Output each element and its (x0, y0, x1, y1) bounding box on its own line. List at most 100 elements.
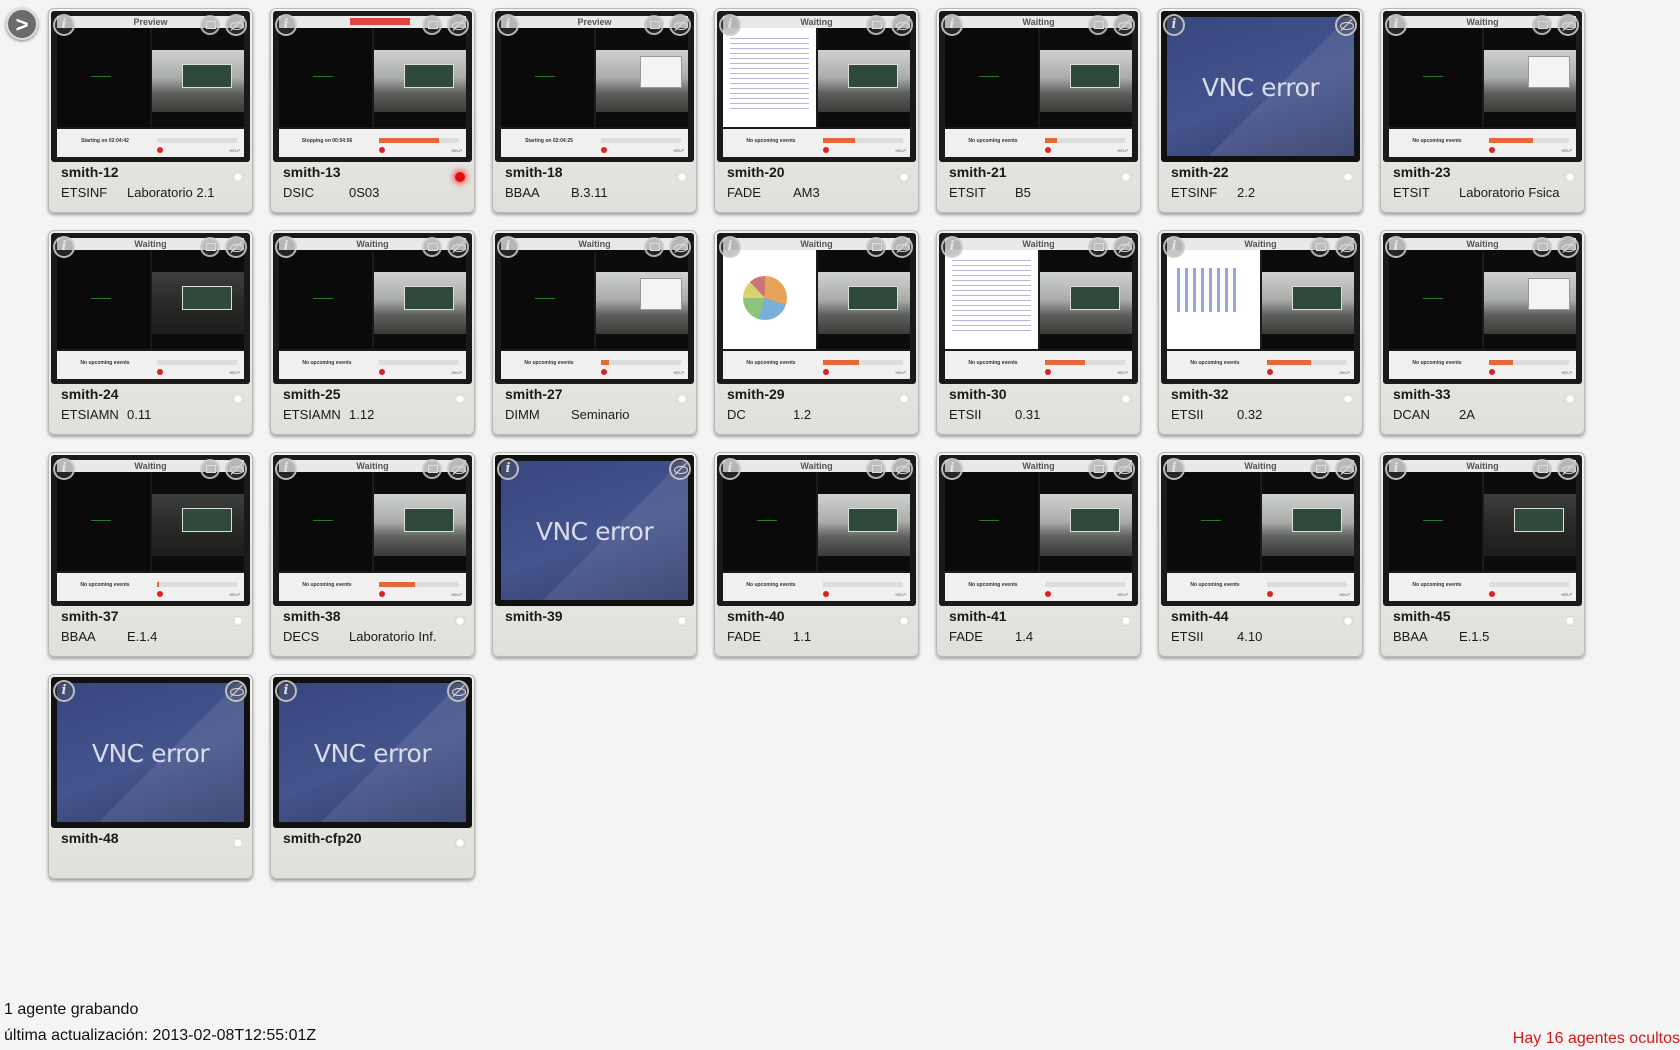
hide-agent-icon[interactable] (1557, 14, 1579, 36)
agent-card[interactable]: Waiting No upcoming events HELP i smith-… (714, 452, 919, 657)
info-icon[interactable]: i (719, 14, 741, 36)
screen-icon[interactable] (644, 15, 664, 35)
screen-icon[interactable] (1532, 459, 1552, 479)
vnc-error-screen[interactable]: VNC error (495, 455, 694, 606)
agent-card[interactable]: VNC error i smith-39 (492, 452, 697, 657)
agent-card[interactable]: Waiting No upcoming events HELP i smith-… (1380, 452, 1585, 657)
screen-icon[interactable] (1532, 15, 1552, 35)
info-icon[interactable]: i (719, 236, 741, 258)
agent-preview[interactable]: Waiting No upcoming events HELP (1161, 233, 1360, 384)
hide-agent-icon[interactable] (1113, 236, 1135, 258)
expand-panel-button[interactable]: > (6, 8, 38, 40)
agent-card[interactable]: VNC error i smith-cfp20 (270, 674, 475, 879)
agent-card[interactable]: Waiting No upcoming events HELP i smith-… (1380, 8, 1585, 213)
agent-card[interactable]: Stopping on 00:54:56 HELP i smith-13 DSI… (270, 8, 475, 213)
agent-preview[interactable]: Waiting No upcoming events HELP (939, 11, 1138, 162)
hidden-agents-link[interactable]: Hay 16 agentes ocultos (1513, 1030, 1680, 1048)
agent-card[interactable]: Waiting No upcoming events HELP i smith-… (48, 230, 253, 435)
info-icon[interactable]: i (1385, 236, 1407, 258)
hide-agent-icon[interactable] (891, 14, 913, 36)
agent-preview[interactable]: Preview Starting on 02:04:42 HELP (51, 11, 250, 162)
screen-icon[interactable] (1310, 459, 1330, 479)
screen-icon[interactable] (866, 15, 886, 35)
agent-card[interactable]: VNC error i smith-22 ETSINF 2.2 (1158, 8, 1363, 213)
info-icon[interactable]: i (1163, 14, 1185, 36)
screen-icon[interactable] (644, 237, 664, 257)
hide-agent-icon[interactable] (1335, 458, 1357, 480)
screen-icon[interactable] (866, 237, 886, 257)
agent-preview[interactable]: Waiting No upcoming events HELP (717, 11, 916, 162)
hide-agent-icon[interactable] (891, 458, 913, 480)
screen-icon[interactable] (1088, 237, 1108, 257)
hide-agent-icon[interactable] (1335, 14, 1357, 36)
vnc-error-screen[interactable]: VNC error (1161, 11, 1360, 162)
agent-preview[interactable]: Waiting No upcoming events HELP (51, 233, 250, 384)
agent-preview[interactable]: Waiting No upcoming events HELP (273, 233, 472, 384)
agent-preview[interactable]: Waiting No upcoming events HELP (495, 233, 694, 384)
hide-agent-icon[interactable] (447, 458, 469, 480)
info-icon[interactable]: i (497, 236, 519, 258)
agent-preview[interactable]: Waiting No upcoming events HELP (1383, 11, 1582, 162)
hide-agent-icon[interactable] (669, 458, 691, 480)
screen-icon[interactable] (422, 459, 442, 479)
hide-agent-icon[interactable] (891, 236, 913, 258)
vnc-error-screen[interactable]: VNC error (273, 677, 472, 828)
agent-card[interactable]: Waiting No upcoming events HELP i smith-… (270, 230, 475, 435)
hide-agent-icon[interactable] (225, 14, 247, 36)
info-icon[interactable]: i (1385, 458, 1407, 480)
agent-card[interactable]: Preview Starting on 02:04:25 HELP i smit… (492, 8, 697, 213)
info-icon[interactable]: i (53, 680, 75, 702)
hide-agent-icon[interactable] (225, 458, 247, 480)
agent-card[interactable]: Waiting No upcoming events HELP i smith-… (492, 230, 697, 435)
screen-icon[interactable] (422, 237, 442, 257)
screen-icon[interactable] (1088, 15, 1108, 35)
info-icon[interactable]: i (941, 14, 963, 36)
hide-agent-icon[interactable] (447, 236, 469, 258)
agent-preview[interactable]: Waiting No upcoming events HELP (717, 455, 916, 606)
agent-preview[interactable]: Waiting No upcoming events HELP (1383, 455, 1582, 606)
agent-card[interactable]: Waiting No upcoming events HELP i smith-… (1158, 452, 1363, 657)
agent-card[interactable]: VNC error i smith-48 (48, 674, 253, 879)
screen-icon[interactable] (422, 15, 442, 35)
agent-card[interactable]: Waiting No upcoming events HELP i smith-… (48, 452, 253, 657)
hide-agent-icon[interactable] (225, 236, 247, 258)
screen-icon[interactable] (200, 15, 220, 35)
agent-preview[interactable]: Waiting No upcoming events HELP (1383, 233, 1582, 384)
agent-card[interactable]: Waiting No upcoming events HELP i smith-… (714, 8, 919, 213)
hide-agent-icon[interactable] (1557, 236, 1579, 258)
agent-preview[interactable]: Waiting No upcoming events HELP (717, 233, 916, 384)
agent-preview[interactable]: Waiting No upcoming events HELP (939, 455, 1138, 606)
agent-card[interactable]: Waiting No upcoming events HELP i smith-… (270, 452, 475, 657)
info-icon[interactable]: i (1163, 236, 1185, 258)
hide-agent-icon[interactable] (1335, 236, 1357, 258)
vnc-error-screen[interactable]: VNC error (51, 677, 250, 828)
agent-card[interactable]: Preview Starting on 02:04:42 HELP i smit… (48, 8, 253, 213)
screen-icon[interactable] (200, 459, 220, 479)
agent-card[interactable]: Waiting No upcoming events HELP i smith-… (714, 230, 919, 435)
info-icon[interactable]: i (275, 14, 297, 36)
info-icon[interactable]: i (719, 458, 741, 480)
agent-preview[interactable]: Waiting No upcoming events HELP (51, 455, 250, 606)
hide-agent-icon[interactable] (1113, 458, 1135, 480)
hide-agent-icon[interactable] (669, 14, 691, 36)
hide-agent-icon[interactable] (669, 236, 691, 258)
agent-card[interactable]: Waiting No upcoming events HELP i smith-… (1158, 230, 1363, 435)
info-icon[interactable]: i (497, 458, 519, 480)
agent-preview[interactable]: Preview Starting on 02:04:25 HELP (495, 11, 694, 162)
info-icon[interactable]: i (941, 236, 963, 258)
screen-icon[interactable] (200, 237, 220, 257)
agent-preview[interactable]: Waiting No upcoming events HELP (273, 455, 472, 606)
hide-agent-icon[interactable] (447, 14, 469, 36)
hide-agent-icon[interactable] (447, 680, 469, 702)
agent-card[interactable]: Waiting No upcoming events HELP i smith-… (936, 8, 1141, 213)
screen-icon[interactable] (1532, 237, 1552, 257)
screen-icon[interactable] (1088, 459, 1108, 479)
agent-card[interactable]: Waiting No upcoming events HELP i smith-… (936, 230, 1141, 435)
agent-preview[interactable]: Waiting No upcoming events HELP (939, 233, 1138, 384)
hide-agent-icon[interactable] (1557, 458, 1579, 480)
screen-icon[interactable] (1310, 237, 1330, 257)
info-icon[interactable]: i (53, 458, 75, 480)
hide-agent-icon[interactable] (225, 680, 247, 702)
info-icon[interactable]: i (1385, 14, 1407, 36)
hide-agent-icon[interactable] (1113, 14, 1135, 36)
